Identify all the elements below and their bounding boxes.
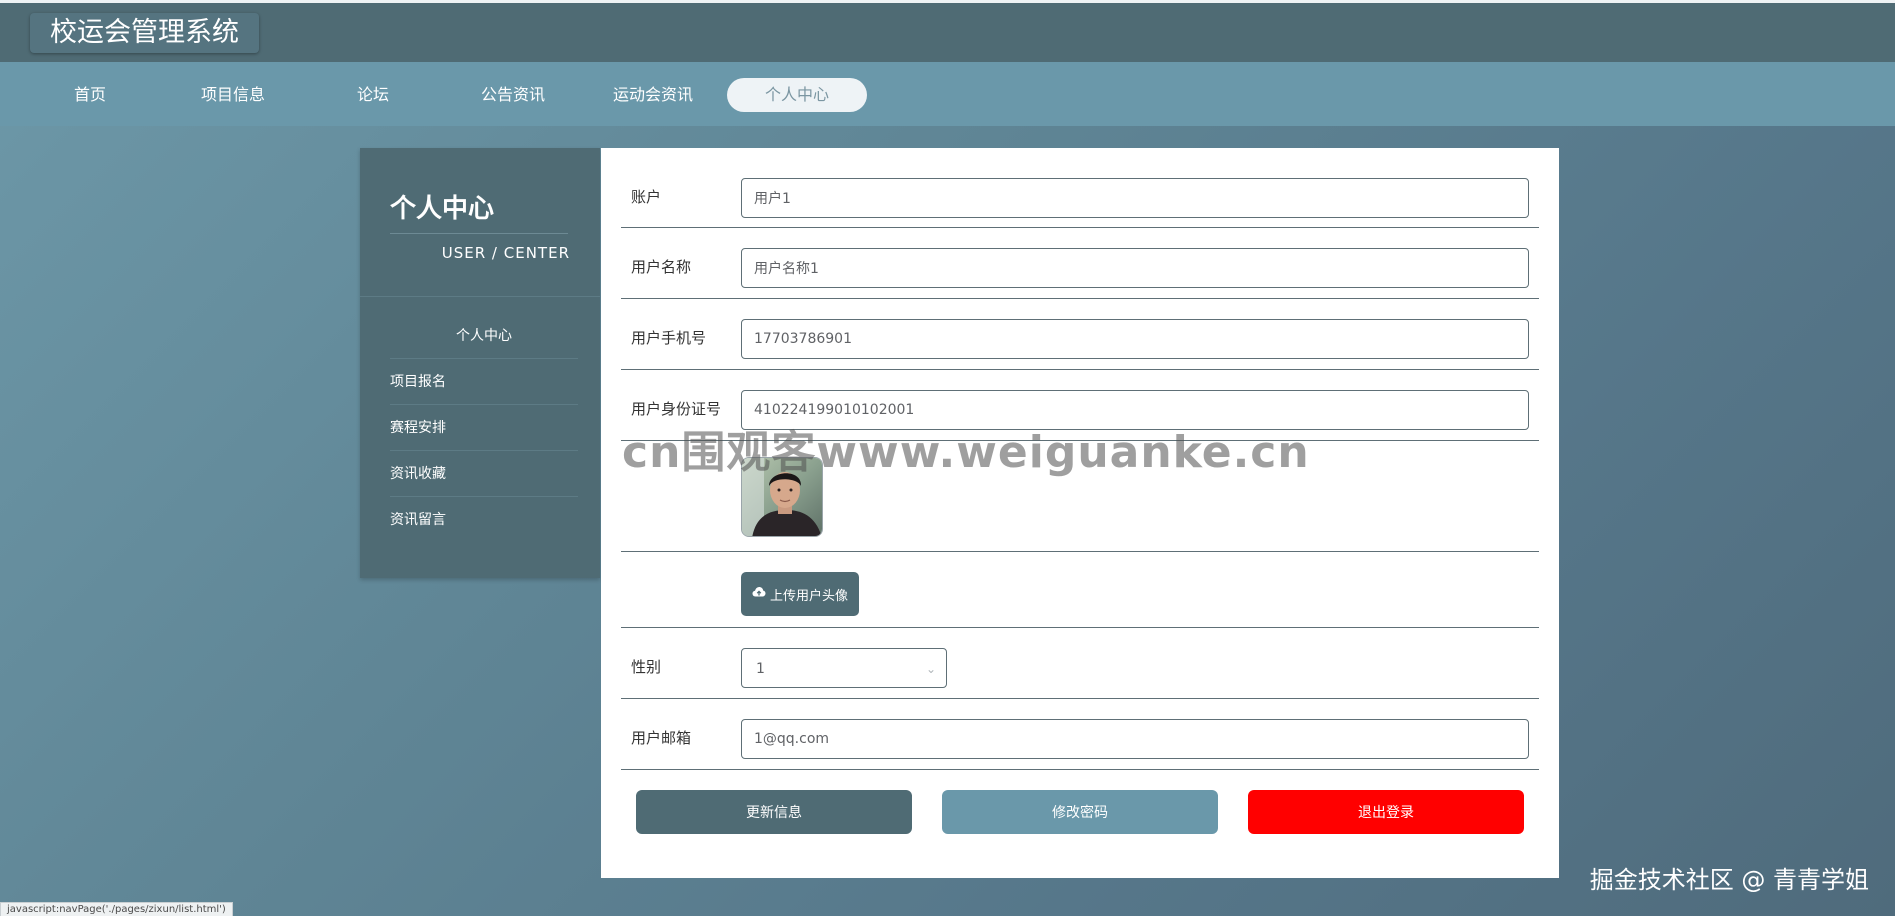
sidebar-subtitle: USER / CENTER xyxy=(441,244,570,262)
sidebar-item-registration[interactable]: 项目报名 xyxy=(390,359,578,405)
account-input[interactable] xyxy=(741,178,1529,218)
email-input[interactable] xyxy=(741,719,1529,759)
nav-item-home[interactable]: 首页 xyxy=(50,78,130,112)
main-nav: 首页 项目信息 论坛 公告资讯 运动会资讯 个人中心 xyxy=(0,62,1895,126)
nav-item-personal-center[interactable]: 个人中心 xyxy=(727,78,867,112)
form-row-upload: 上传用户头像 xyxy=(621,552,1539,628)
account-label: 账户 xyxy=(631,188,662,206)
upload-avatar-label: 上传用户头像 xyxy=(769,588,848,604)
upload-avatar-button[interactable]: 上传用户头像 xyxy=(741,572,859,616)
sidebar-title: 个人中心 xyxy=(390,194,495,224)
nav-item-sports-news[interactable]: 运动会资讯 xyxy=(603,78,703,112)
app-title: 校运会管理系统 xyxy=(30,13,259,53)
chevron-down-icon: ⌄ xyxy=(925,662,936,676)
gender-select[interactable]: 1 ⌄ xyxy=(741,648,947,688)
nav-item-forum[interactable]: 论坛 xyxy=(333,78,413,112)
nav-item-announcements[interactable]: 公告资讯 xyxy=(473,78,553,112)
username-label: 用户名称 xyxy=(631,258,692,276)
form-row-username: 用户名称 xyxy=(621,228,1539,299)
avatar-photo-icon xyxy=(742,458,822,536)
logout-button[interactable]: 退出登录 xyxy=(1248,790,1524,834)
form-row-avatar xyxy=(621,441,1539,552)
idcard-label: 用户身份证号 xyxy=(631,400,722,418)
email-label: 用户邮箱 xyxy=(631,729,692,747)
top-header: 校运会管理系统 xyxy=(0,0,1895,62)
form-row-email: 用户邮箱 xyxy=(621,699,1539,770)
change-password-button[interactable]: 修改密码 xyxy=(942,790,1218,834)
form-row-idcard: 用户身份证号 xyxy=(621,370,1539,441)
sidebar-item-favorites[interactable]: 资讯收藏 xyxy=(390,451,578,497)
sidebar-title-divider xyxy=(390,233,568,234)
sidebar-item-schedule[interactable]: 赛程安排 xyxy=(390,405,578,451)
update-info-button[interactable]: 更新信息 xyxy=(636,790,912,834)
sidebar-item-personal-center[interactable]: 个人中心 xyxy=(390,313,578,359)
sidebar-divider xyxy=(360,296,600,297)
user-avatar xyxy=(741,457,823,537)
gender-selected-value: 1 xyxy=(756,661,765,677)
gender-label: 性别 xyxy=(631,658,662,676)
profile-form: 账户 用户名称 用户手机号 用户身份证号 xyxy=(601,148,1559,878)
sidebar-item-comments[interactable]: 资讯留言 xyxy=(390,497,578,543)
browser-status-bar: javascript:navPage('./pages/zixun/list.h… xyxy=(0,902,233,916)
phone-input[interactable] xyxy=(741,319,1529,359)
username-input[interactable] xyxy=(741,248,1529,288)
idcard-input[interactable] xyxy=(741,390,1529,430)
cloud-upload-icon xyxy=(752,586,766,602)
form-row-phone: 用户手机号 xyxy=(621,299,1539,370)
phone-label: 用户手机号 xyxy=(631,329,707,347)
sidebar: 个人中心 USER / CENTER 个人中心 项目报名 赛程安排 资讯收藏 资… xyxy=(360,148,600,578)
form-row-account: 账户 xyxy=(621,148,1539,228)
nav-item-projects[interactable]: 项目信息 xyxy=(193,78,273,112)
form-row-gender: 性别 1 ⌄ xyxy=(621,628,1539,699)
watermark-corner: 掘金技术社区 @ 青青学姐 xyxy=(1589,866,1869,894)
